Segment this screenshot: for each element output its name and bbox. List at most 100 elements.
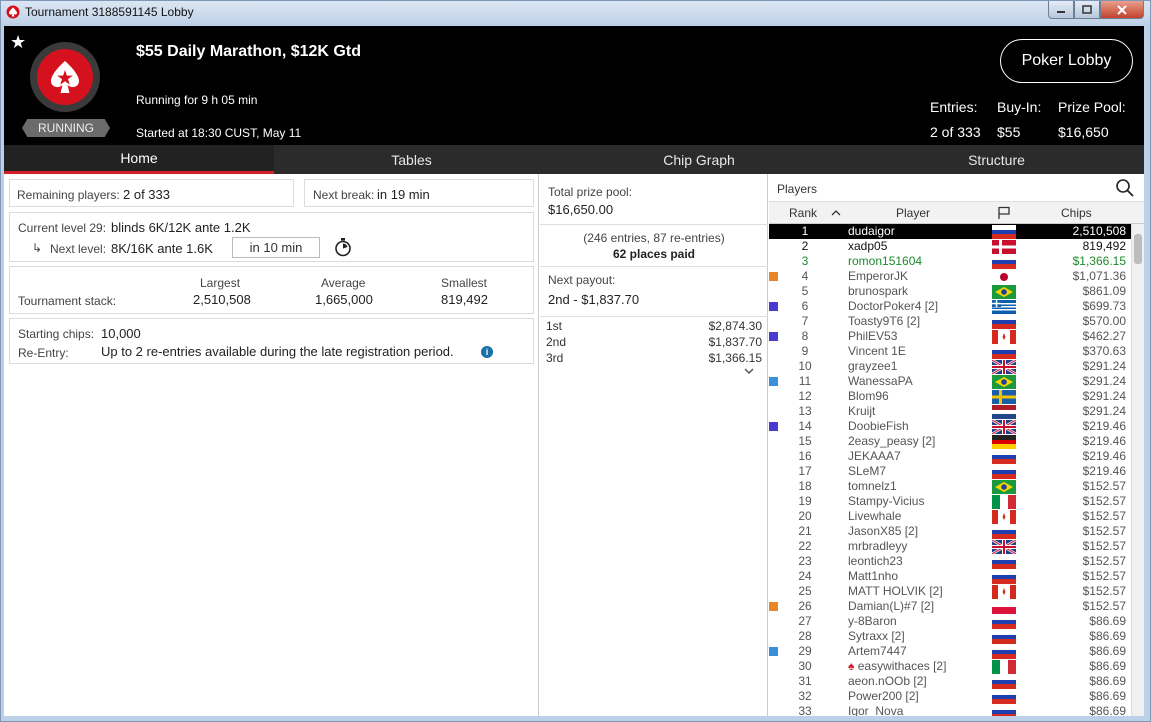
player-rank: 31	[798, 674, 812, 688]
poker-lobby-button[interactable]: Poker Lobby	[1000, 39, 1133, 83]
total-prize-label: Total prize pool:	[548, 185, 633, 199]
table-row[interactable]: 2 xadp05 819,492	[769, 239, 1131, 254]
player-chips: $699.73	[1082, 299, 1126, 313]
player-rank: 30	[798, 659, 812, 673]
chips-column-header[interactable]: Chips	[1061, 206, 1092, 220]
country-flag-icon	[992, 225, 1016, 239]
player-name: dudaigor	[848, 224, 895, 238]
table-row[interactable]: 19 Stampy-Vicius $152.57	[769, 494, 1131, 509]
player-rank: 11	[798, 374, 812, 388]
country-flag-icon	[992, 255, 1016, 269]
table-row[interactable]: 5 brunospark $861.09	[769, 284, 1131, 299]
player-name-cell: Artem7447	[848, 644, 988, 659]
player-name-cell: SLeM7	[848, 464, 988, 479]
player-name-cell: 2easy_peasy [2]	[848, 434, 988, 449]
table-row[interactable]: 29 Artem7447 $86.69	[769, 644, 1131, 659]
country-flag-icon	[992, 330, 1016, 344]
table-row[interactable]: 8 PhilEV53 $462.27	[769, 329, 1131, 344]
players-panel: Players Rank Player Chips 1 dudaigor 2,510…	[769, 174, 1144, 716]
table-row[interactable]: 1 dudaigor 2,510,508	[769, 224, 1131, 239]
flag-column-icon[interactable]	[997, 206, 1011, 220]
table-row[interactable]: 27 y-8Baron $86.69	[769, 614, 1131, 629]
player-chips: $370.63	[1082, 344, 1126, 358]
player-name: SLeM7	[848, 464, 887, 478]
next-level-timer: in 10 min	[232, 237, 320, 258]
maximize-button[interactable]	[1074, 1, 1100, 19]
table-row[interactable]: 16 JEKAAA7 $219.46	[769, 449, 1131, 464]
title-bar[interactable]: Tournament 3188591145 Lobby	[1, 1, 1150, 23]
player-chips: $86.69	[1089, 674, 1126, 688]
rank-column-header[interactable]: Rank	[789, 206, 817, 220]
close-button[interactable]	[1100, 1, 1144, 19]
table-row[interactable]: 25 MATT HOLVIK [2] $152.57	[769, 584, 1131, 599]
table-row[interactable]: 28 Sytraxx [2] $86.69	[769, 629, 1131, 644]
player-rank: 14	[798, 419, 812, 433]
table-row[interactable]: 10 grayzee1 $291.24	[769, 359, 1131, 374]
average-label: Average	[321, 276, 366, 290]
tab-structure[interactable]: Structure	[849, 145, 1144, 174]
country-flag-icon	[992, 600, 1016, 614]
starting-chips-value: 10,000	[101, 326, 141, 341]
players-title: Players	[777, 182, 818, 196]
home-info-panel: Remaining players: 2 of 333 Next break: …	[4, 174, 539, 716]
player-name-cell: JasonX85 [2]	[848, 524, 988, 539]
player-rank: 3	[801, 254, 809, 268]
tab-chip-graph[interactable]: Chip Graph	[549, 145, 849, 174]
player-name: Matt1nho	[848, 569, 899, 583]
table-row[interactable]: 14 DoobieFish $219.46	[769, 419, 1131, 434]
payout-row: 1st $2,874.30	[540, 319, 768, 335]
chevron-down-icon[interactable]	[743, 367, 755, 375]
table-row[interactable]: 4 EmperorJK $1,071.36	[769, 269, 1131, 284]
player-name: aeon.nOOb [2]	[848, 674, 927, 688]
table-row[interactable]: 33 Igor_Nova $86.69	[769, 704, 1131, 716]
player-rank: 20	[798, 509, 812, 523]
player-chips: $152.57	[1082, 479, 1126, 493]
search-icon[interactable]	[1115, 178, 1135, 198]
country-flag-icon	[992, 390, 1016, 404]
player-chips: $291.24	[1082, 389, 1126, 403]
scrollbar-thumb[interactable]	[1134, 234, 1142, 264]
table-row[interactable]: 31 aeon.nOOb [2] $86.69	[769, 674, 1131, 689]
table-row[interactable]: 30 ♠ easywithaces [2] $86.69	[769, 659, 1131, 674]
table-row[interactable]: 7 Toasty9T6 [2] $570.00	[769, 314, 1131, 329]
country-flag-icon	[992, 240, 1016, 254]
player-name: brunospark	[848, 284, 909, 298]
player-name-cell: DoobieFish	[848, 419, 988, 434]
table-row[interactable]: 23 leontich23 $152.57	[769, 554, 1131, 569]
table-row[interactable]: 15 2easy_peasy [2] $219.46	[769, 434, 1131, 449]
player-chips: $570.00	[1082, 314, 1126, 328]
sort-ascending-icon[interactable]	[831, 209, 841, 216]
player-name-cell: y-8Baron	[848, 614, 988, 629]
tab-tables[interactable]: Tables	[274, 145, 549, 174]
info-icon[interactable]: i	[481, 346, 493, 358]
table-row[interactable]: 11 WanessaPA $291.24	[769, 374, 1131, 389]
player-name-cell: leontich23	[848, 554, 988, 569]
entries-note: (246 entries, 87 re-entries)	[583, 231, 725, 245]
stopwatch-icon[interactable]	[334, 237, 352, 257]
table-row[interactable]: 26 Damian(L)#7 [2] $152.57	[769, 599, 1131, 614]
player-rank: 13	[798, 404, 812, 418]
table-row[interactable]: 12 Blom96 $291.24	[769, 389, 1131, 404]
country-flag-icon	[992, 435, 1016, 449]
minimize-button[interactable]	[1048, 1, 1074, 19]
table-row[interactable]: 13 Kruijt $291.24	[769, 404, 1131, 419]
table-row[interactable]: 18 tomnelz1 $152.57	[769, 479, 1131, 494]
table-row[interactable]: 21 JasonX85 [2] $152.57	[769, 524, 1131, 539]
country-flag-icon	[992, 615, 1016, 629]
table-row[interactable]: 20 Livewhale $152.57	[769, 509, 1131, 524]
player-name-cell: PhilEV53	[848, 329, 988, 344]
table-row[interactable]: 32 Power200 [2] $86.69	[769, 689, 1131, 704]
tab-home[interactable]: Home	[4, 145, 274, 174]
table-row[interactable]: 3 romon151604 $1,366.15	[769, 254, 1131, 269]
player-column-header[interactable]: Player	[896, 206, 930, 220]
table-row[interactable]: 9 Vincent 1E $370.63	[769, 344, 1131, 359]
table-row[interactable]: 24 Matt1nho $152.57	[769, 569, 1131, 584]
table-row[interactable]: 6 DoctorPoker4 [2] $699.73	[769, 299, 1131, 314]
table-row[interactable]: 22 mrbradleyy $152.57	[769, 539, 1131, 554]
player-name: tomnelz1	[848, 479, 897, 493]
buyin-value: $55	[997, 124, 1021, 140]
favorite-star-icon[interactable]: ★	[10, 32, 26, 53]
table-row[interactable]: 17 SLeM7 $219.46	[769, 464, 1131, 479]
player-name-cell: Matt1nho	[848, 569, 988, 584]
players-scrollbar[interactable]	[1131, 224, 1144, 716]
